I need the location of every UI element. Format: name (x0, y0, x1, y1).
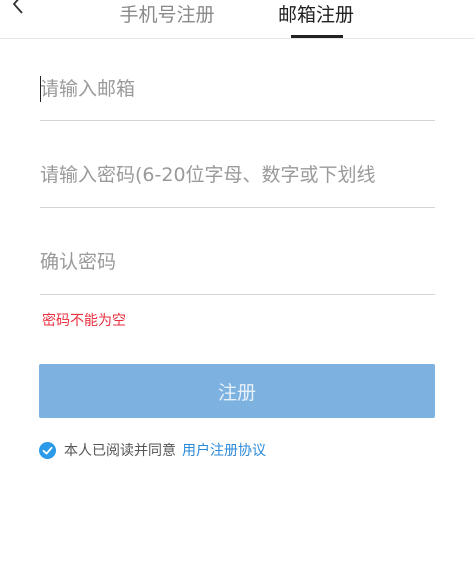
tab-email-register[interactable]: 邮箱注册 (254, 0, 378, 38)
active-tab-indicator (291, 35, 343, 38)
password-input[interactable] (40, 156, 435, 194)
tab-phone-register[interactable]: 手机号注册 (100, 0, 234, 38)
email-register-screen: 手机号注册 邮箱注册 密码不能为空 注册 本人已阅读并同意 用户注册协议 (0, 0, 474, 578)
agreement-text: 本人已阅读并同意 (64, 443, 176, 459)
top-tab-bar: 手机号注册 邮箱注册 (0, 0, 474, 39)
user-agreement-link[interactable]: 用户注册协议 (182, 440, 266, 460)
confirm-password-input[interactable] (40, 243, 435, 281)
email-field-row (40, 70, 435, 121)
chevron-left-icon (12, 0, 23, 14)
register-button[interactable]: 注册 (39, 364, 435, 418)
text-caret (40, 76, 41, 102)
back-button[interactable] (6, 0, 30, 22)
error-message: 密码不能为空 (42, 313, 126, 329)
email-input[interactable] (40, 70, 435, 108)
checkbox-checked-icon[interactable] (39, 441, 56, 459)
confirm-password-field-row (40, 243, 435, 295)
agreement-row: 本人已阅读并同意 用户注册协议 (39, 440, 266, 460)
password-field-row (40, 156, 435, 208)
